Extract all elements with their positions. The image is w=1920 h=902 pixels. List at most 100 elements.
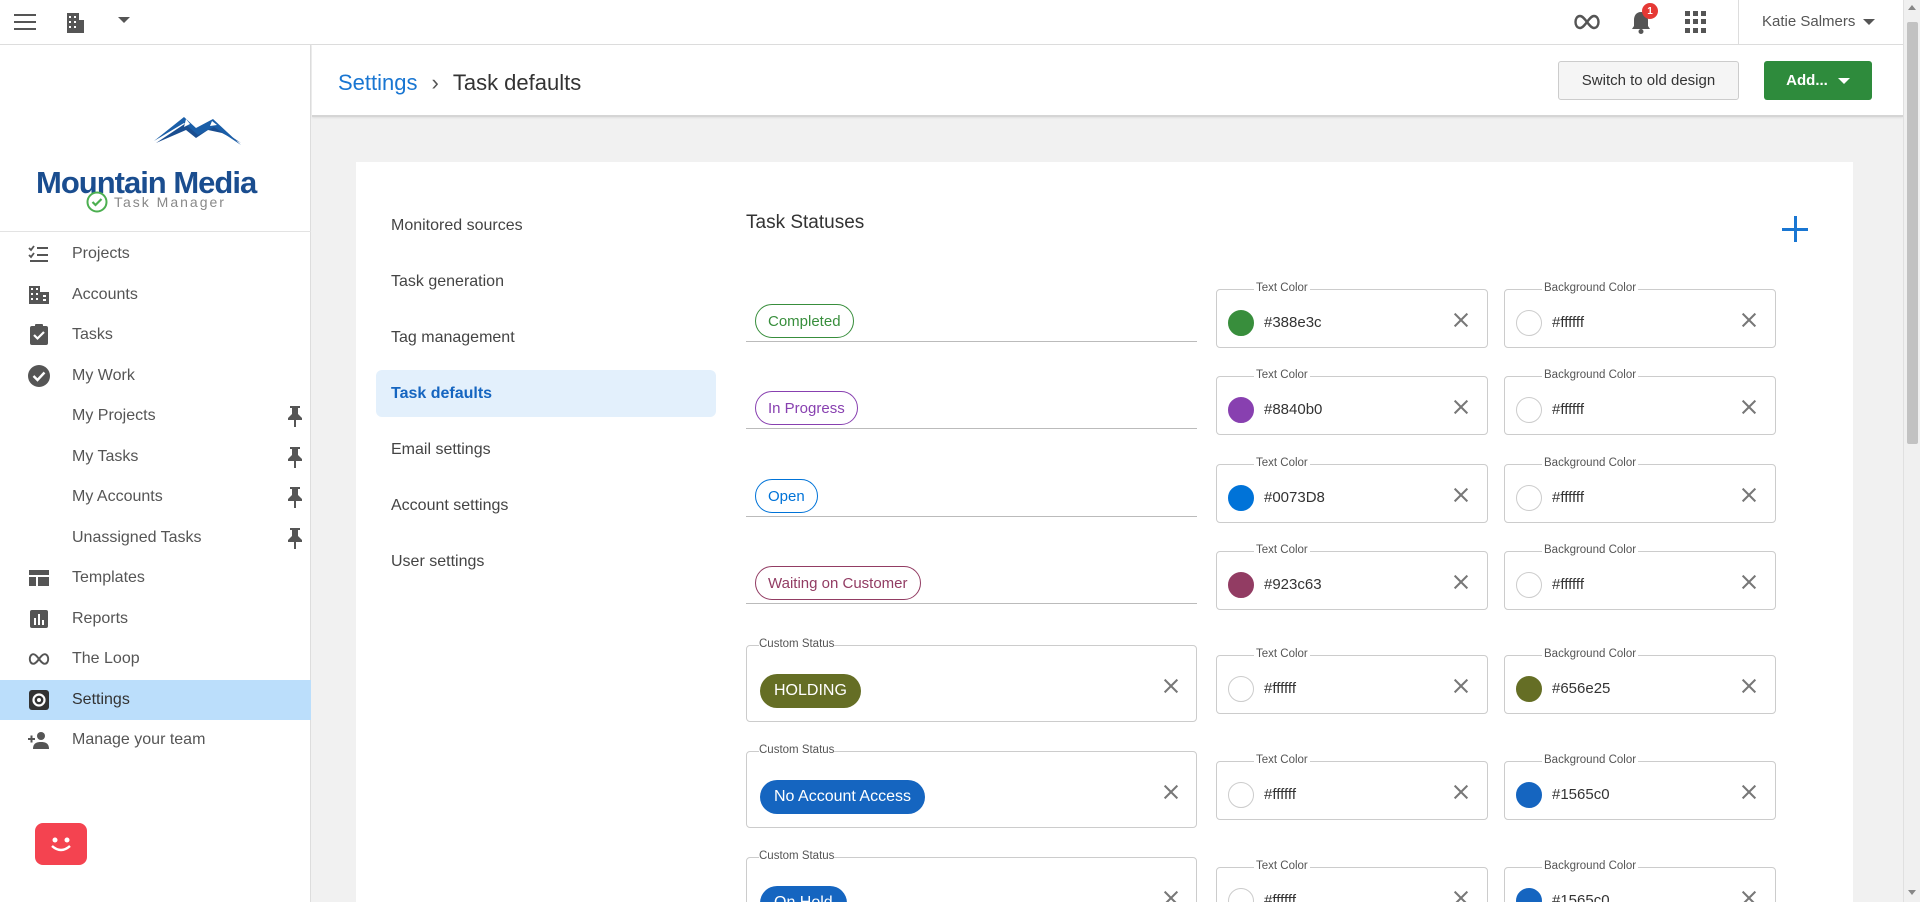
text-color-field[interactable]: Text Color #ffffff xyxy=(1216,754,1488,820)
text-color-field[interactable]: Text Color #8840b0 xyxy=(1216,369,1488,435)
color-swatch[interactable] xyxy=(1516,572,1542,598)
org-dropdown-caret-icon[interactable] xyxy=(118,17,130,23)
infinity-icon[interactable] xyxy=(1572,12,1602,32)
color-swatch[interactable] xyxy=(1516,310,1542,336)
switch-old-design-button[interactable]: Switch to old design xyxy=(1558,61,1739,100)
clear-icon[interactable] xyxy=(1453,678,1469,694)
color-value[interactable]: #8840b0 xyxy=(1264,401,1322,418)
submenu-tag-management[interactable]: Tag management xyxy=(376,314,716,361)
submenu-monitored-sources[interactable]: Monitored sources xyxy=(376,202,716,249)
page-scrollbar[interactable] xyxy=(1903,0,1920,902)
submenu-account-settings[interactable]: Account settings xyxy=(376,482,716,529)
color-value[interactable]: #ffffff xyxy=(1552,401,1584,418)
custom-status-field[interactable]: Custom Status No Account Access xyxy=(746,744,1197,828)
color-value[interactable]: #ffffff xyxy=(1264,680,1296,697)
background-color-field[interactable]: Background Color #ffffff xyxy=(1504,282,1776,348)
breadcrumb-settings-link[interactable]: Settings xyxy=(338,70,418,96)
pin-icon[interactable] xyxy=(286,405,304,428)
sidebar-item-my-tasks[interactable]: My Tasks xyxy=(0,437,311,478)
scroll-down-icon[interactable] xyxy=(1908,890,1916,895)
background-color-field[interactable]: Background Color #ffffff xyxy=(1504,544,1776,610)
color-swatch[interactable] xyxy=(1516,676,1542,702)
user-menu[interactable]: Katie Salmers xyxy=(1762,13,1876,30)
color-value[interactable]: #656e25 xyxy=(1552,680,1610,697)
color-swatch[interactable] xyxy=(1516,485,1542,511)
color-swatch[interactable] xyxy=(1516,782,1542,808)
clear-icon[interactable] xyxy=(1741,678,1757,694)
pin-icon[interactable] xyxy=(286,486,304,509)
sidebar-item-my-accounts[interactable]: My Accounts xyxy=(0,477,311,518)
color-value[interactable]: #ffffff xyxy=(1552,576,1584,593)
clear-icon[interactable] xyxy=(1741,574,1757,590)
color-swatch[interactable] xyxy=(1228,888,1254,902)
add-status-plus-icon[interactable] xyxy=(1780,214,1810,244)
hamburger-menu-icon[interactable] xyxy=(14,10,40,34)
submenu-email-settings[interactable]: Email settings xyxy=(376,426,716,473)
color-value[interactable]: #1565c0 xyxy=(1552,892,1610,902)
color-swatch[interactable] xyxy=(1228,310,1254,336)
remove-status-icon[interactable] xyxy=(1163,890,1179,902)
submenu-user-settings[interactable]: User settings xyxy=(376,538,716,585)
text-color-field[interactable]: Text Color #923c63 xyxy=(1216,544,1488,610)
pin-icon[interactable] xyxy=(286,446,304,468)
add-button[interactable]: Add... xyxy=(1764,61,1872,100)
clear-icon[interactable] xyxy=(1741,399,1757,415)
sidebar-item-templates[interactable]: Templates xyxy=(0,558,311,599)
sidebar-item-tasks[interactable]: Tasks xyxy=(0,315,311,356)
scroll-up-icon[interactable] xyxy=(1908,5,1916,10)
color-value[interactable]: #388e3c xyxy=(1264,314,1322,331)
color-value[interactable]: #0073D8 xyxy=(1264,489,1325,506)
clear-icon[interactable] xyxy=(1453,399,1469,415)
text-color-field[interactable]: Text Color #ffffff xyxy=(1216,860,1488,902)
sidebar-item-accounts[interactable]: Accounts xyxy=(0,275,311,316)
submenu-task-generation[interactable]: Task generation xyxy=(376,258,716,305)
color-swatch[interactable] xyxy=(1516,888,1542,902)
sidebar-item-projects[interactable]: Projects xyxy=(0,234,311,275)
submenu-task-defaults[interactable]: Task defaults xyxy=(376,370,716,417)
sidebar-item-manage-team[interactable]: Manage your team xyxy=(0,720,311,761)
color-value[interactable]: #ffffff xyxy=(1552,489,1584,506)
custom-status-field[interactable]: Custom Status HOLDING xyxy=(746,638,1197,722)
pin-icon[interactable] xyxy=(286,527,304,549)
remove-status-icon[interactable] xyxy=(1163,678,1179,694)
sidebar-item-reports[interactable]: Reports xyxy=(0,599,311,640)
color-swatch[interactable] xyxy=(1228,782,1254,808)
clear-icon[interactable] xyxy=(1453,487,1469,503)
clear-icon[interactable] xyxy=(1741,784,1757,800)
background-color-field[interactable]: Background Color #1565c0 xyxy=(1504,860,1776,902)
color-value[interactable]: #ffffff xyxy=(1264,786,1296,803)
custom-status-field[interactable]: Custom Status On Hold xyxy=(746,850,1197,902)
clear-icon[interactable] xyxy=(1453,312,1469,328)
scrollbar-thumb[interactable] xyxy=(1907,22,1918,444)
color-value[interactable]: #923c63 xyxy=(1264,576,1322,593)
background-color-field[interactable]: Background Color #1565c0 xyxy=(1504,754,1776,820)
apps-grid-icon[interactable] xyxy=(1685,11,1707,33)
color-value[interactable]: #ffffff xyxy=(1264,892,1296,902)
remove-status-icon[interactable] xyxy=(1163,784,1179,800)
color-swatch[interactable] xyxy=(1228,485,1254,511)
clear-icon[interactable] xyxy=(1741,487,1757,503)
background-color-field[interactable]: Background Color #656e25 xyxy=(1504,648,1776,714)
sidebar-item-settings[interactable]: Settings xyxy=(0,679,311,720)
text-color-field[interactable]: Text Color #0073D8 xyxy=(1216,457,1488,523)
sidebar-item-unassigned-tasks[interactable]: Unassigned Tasks xyxy=(0,518,311,559)
color-swatch[interactable] xyxy=(1228,397,1254,423)
background-color-field[interactable]: Background Color #ffffff xyxy=(1504,369,1776,435)
color-swatch[interactable] xyxy=(1228,572,1254,598)
color-value[interactable]: #1565c0 xyxy=(1552,786,1610,803)
building-icon[interactable] xyxy=(64,10,86,34)
clear-icon[interactable] xyxy=(1741,890,1757,902)
chat-widget-button[interactable] xyxy=(35,823,87,865)
sidebar-item-the-loop[interactable]: The Loop xyxy=(0,639,311,680)
clear-icon[interactable] xyxy=(1741,312,1757,328)
sidebar-item-my-work[interactable]: My Work xyxy=(0,356,311,397)
background-color-field[interactable]: Background Color #ffffff xyxy=(1504,457,1776,523)
sidebar-item-my-projects[interactable]: My Projects xyxy=(0,396,311,437)
color-value[interactable]: #ffffff xyxy=(1552,314,1584,331)
text-color-field[interactable]: Text Color #388e3c xyxy=(1216,282,1488,348)
clear-icon[interactable] xyxy=(1453,890,1469,902)
color-swatch[interactable] xyxy=(1228,676,1254,702)
clear-icon[interactable] xyxy=(1453,784,1469,800)
text-color-field[interactable]: Text Color #ffffff xyxy=(1216,648,1488,714)
clear-icon[interactable] xyxy=(1453,574,1469,590)
